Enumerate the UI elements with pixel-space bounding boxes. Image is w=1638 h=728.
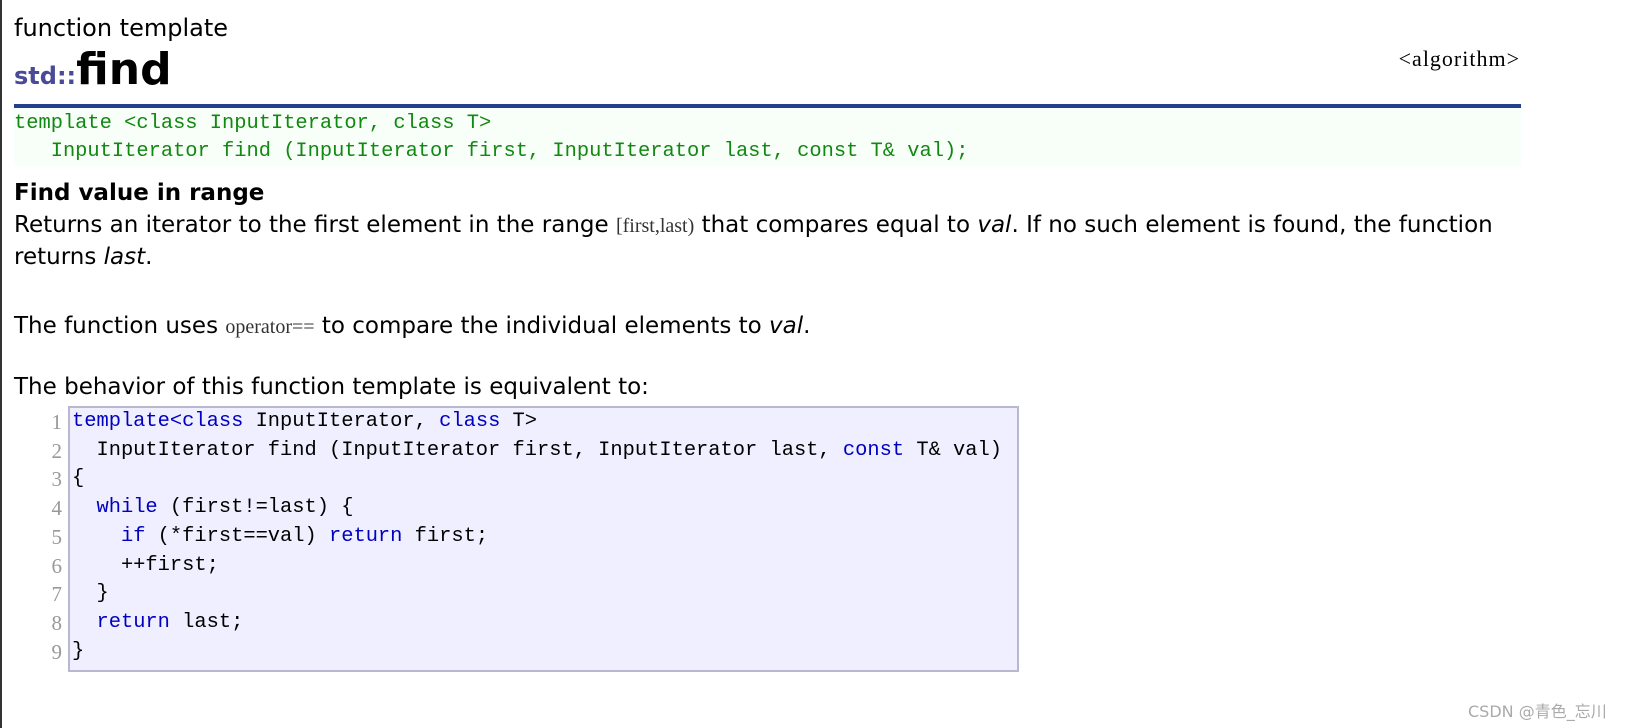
code-line: }: [72, 638, 1002, 667]
code-text: {: [72, 467, 85, 491]
equivalent-paragraph: The behavior of this function template i…: [14, 374, 649, 400]
line-number: 2: [51, 438, 63, 463]
code-text: last;: [169, 610, 244, 634]
code-line: {: [72, 465, 1002, 494]
code-line: InputIterator find (InputIterator first,…: [72, 437, 1002, 466]
prototype-line: InputIterator find (InputIterator first,…: [14, 140, 969, 163]
code-line: return last;: [72, 609, 1002, 638]
param-val: val: [769, 313, 804, 339]
text: to compare the individual elements to: [314, 313, 770, 339]
code-line: template<class InputIterator, class T>: [72, 408, 1002, 437]
watermark: CSDN @青色_忘川: [1468, 702, 1607, 721]
code-text: ++first;: [72, 553, 219, 577]
window-edge: [0, 0, 2, 728]
description-paragraph: Returns an iterator to the first element…: [14, 210, 1514, 273]
code-keyword: return: [96, 610, 170, 634]
code-text: (first!=last) {: [157, 496, 354, 520]
code-line: }: [72, 580, 1002, 609]
code-keyword: const: [842, 438, 905, 462]
line-number: 1: [51, 410, 63, 434]
namespace: std::: [14, 62, 77, 90]
code-line: ++first;: [72, 552, 1002, 581]
operator-paragraph: The function uses operator== to compare …: [14, 311, 1514, 343]
text: that compares equal to: [694, 212, 978, 238]
code-text: }: [72, 639, 85, 663]
text: Returns an iterator to the first element…: [14, 212, 616, 238]
code-keyword: if: [120, 524, 146, 548]
line-number: 5: [51, 524, 63, 549]
line-numbers: 1 2 3 4 5 6 7 8 9: [36, 408, 63, 666]
code-text: T& val): [904, 438, 1002, 462]
code-keyword: <class: [169, 410, 244, 433]
line-number: 8: [51, 610, 63, 635]
prototype-line: template <class InputIterator, class T>: [14, 112, 492, 135]
code-line: while (first!=last) {: [72, 494, 1002, 523]
code-text: (*first==val): [145, 524, 329, 548]
line-number: 7: [51, 582, 63, 607]
header-link[interactable]: <algorithm>: [1399, 46, 1520, 72]
code-keyword: class: [439, 410, 501, 433]
code-keyword: return: [328, 524, 403, 548]
line-number: 9: [51, 639, 63, 664]
code-text: InputIterator find (InputIterator first,…: [72, 438, 843, 462]
text: .: [145, 244, 153, 270]
param-val: val: [977, 212, 1012, 238]
code-text: InputIterator,: [243, 410, 440, 433]
code-line: if (*first==val) return first;: [72, 523, 1002, 552]
code-text: }: [72, 582, 109, 606]
code-listing: template<class InputIterator, class T> I…: [72, 408, 1002, 666]
text: .: [803, 313, 811, 339]
range-code: [first,last): [615, 215, 695, 237]
operator-link[interactable]: operator==: [225, 316, 314, 338]
param-last: last: [103, 244, 146, 270]
text: The function uses: [14, 313, 226, 339]
function-name: find: [76, 44, 172, 95]
code-text: first;: [402, 524, 489, 548]
line-number: 4: [51, 496, 63, 521]
code-keyword: while: [96, 496, 158, 520]
code-keyword: template: [72, 410, 170, 433]
page-title: std::find: [14, 44, 172, 95]
line-number: 3: [51, 467, 63, 492]
prototype-box: template <class InputIterator, class T> …: [14, 108, 1521, 166]
code-text: T>: [500, 410, 538, 433]
line-number: 6: [51, 553, 63, 578]
section-title: Find value in range: [14, 180, 265, 206]
entity-kind: function template: [14, 14, 229, 42]
